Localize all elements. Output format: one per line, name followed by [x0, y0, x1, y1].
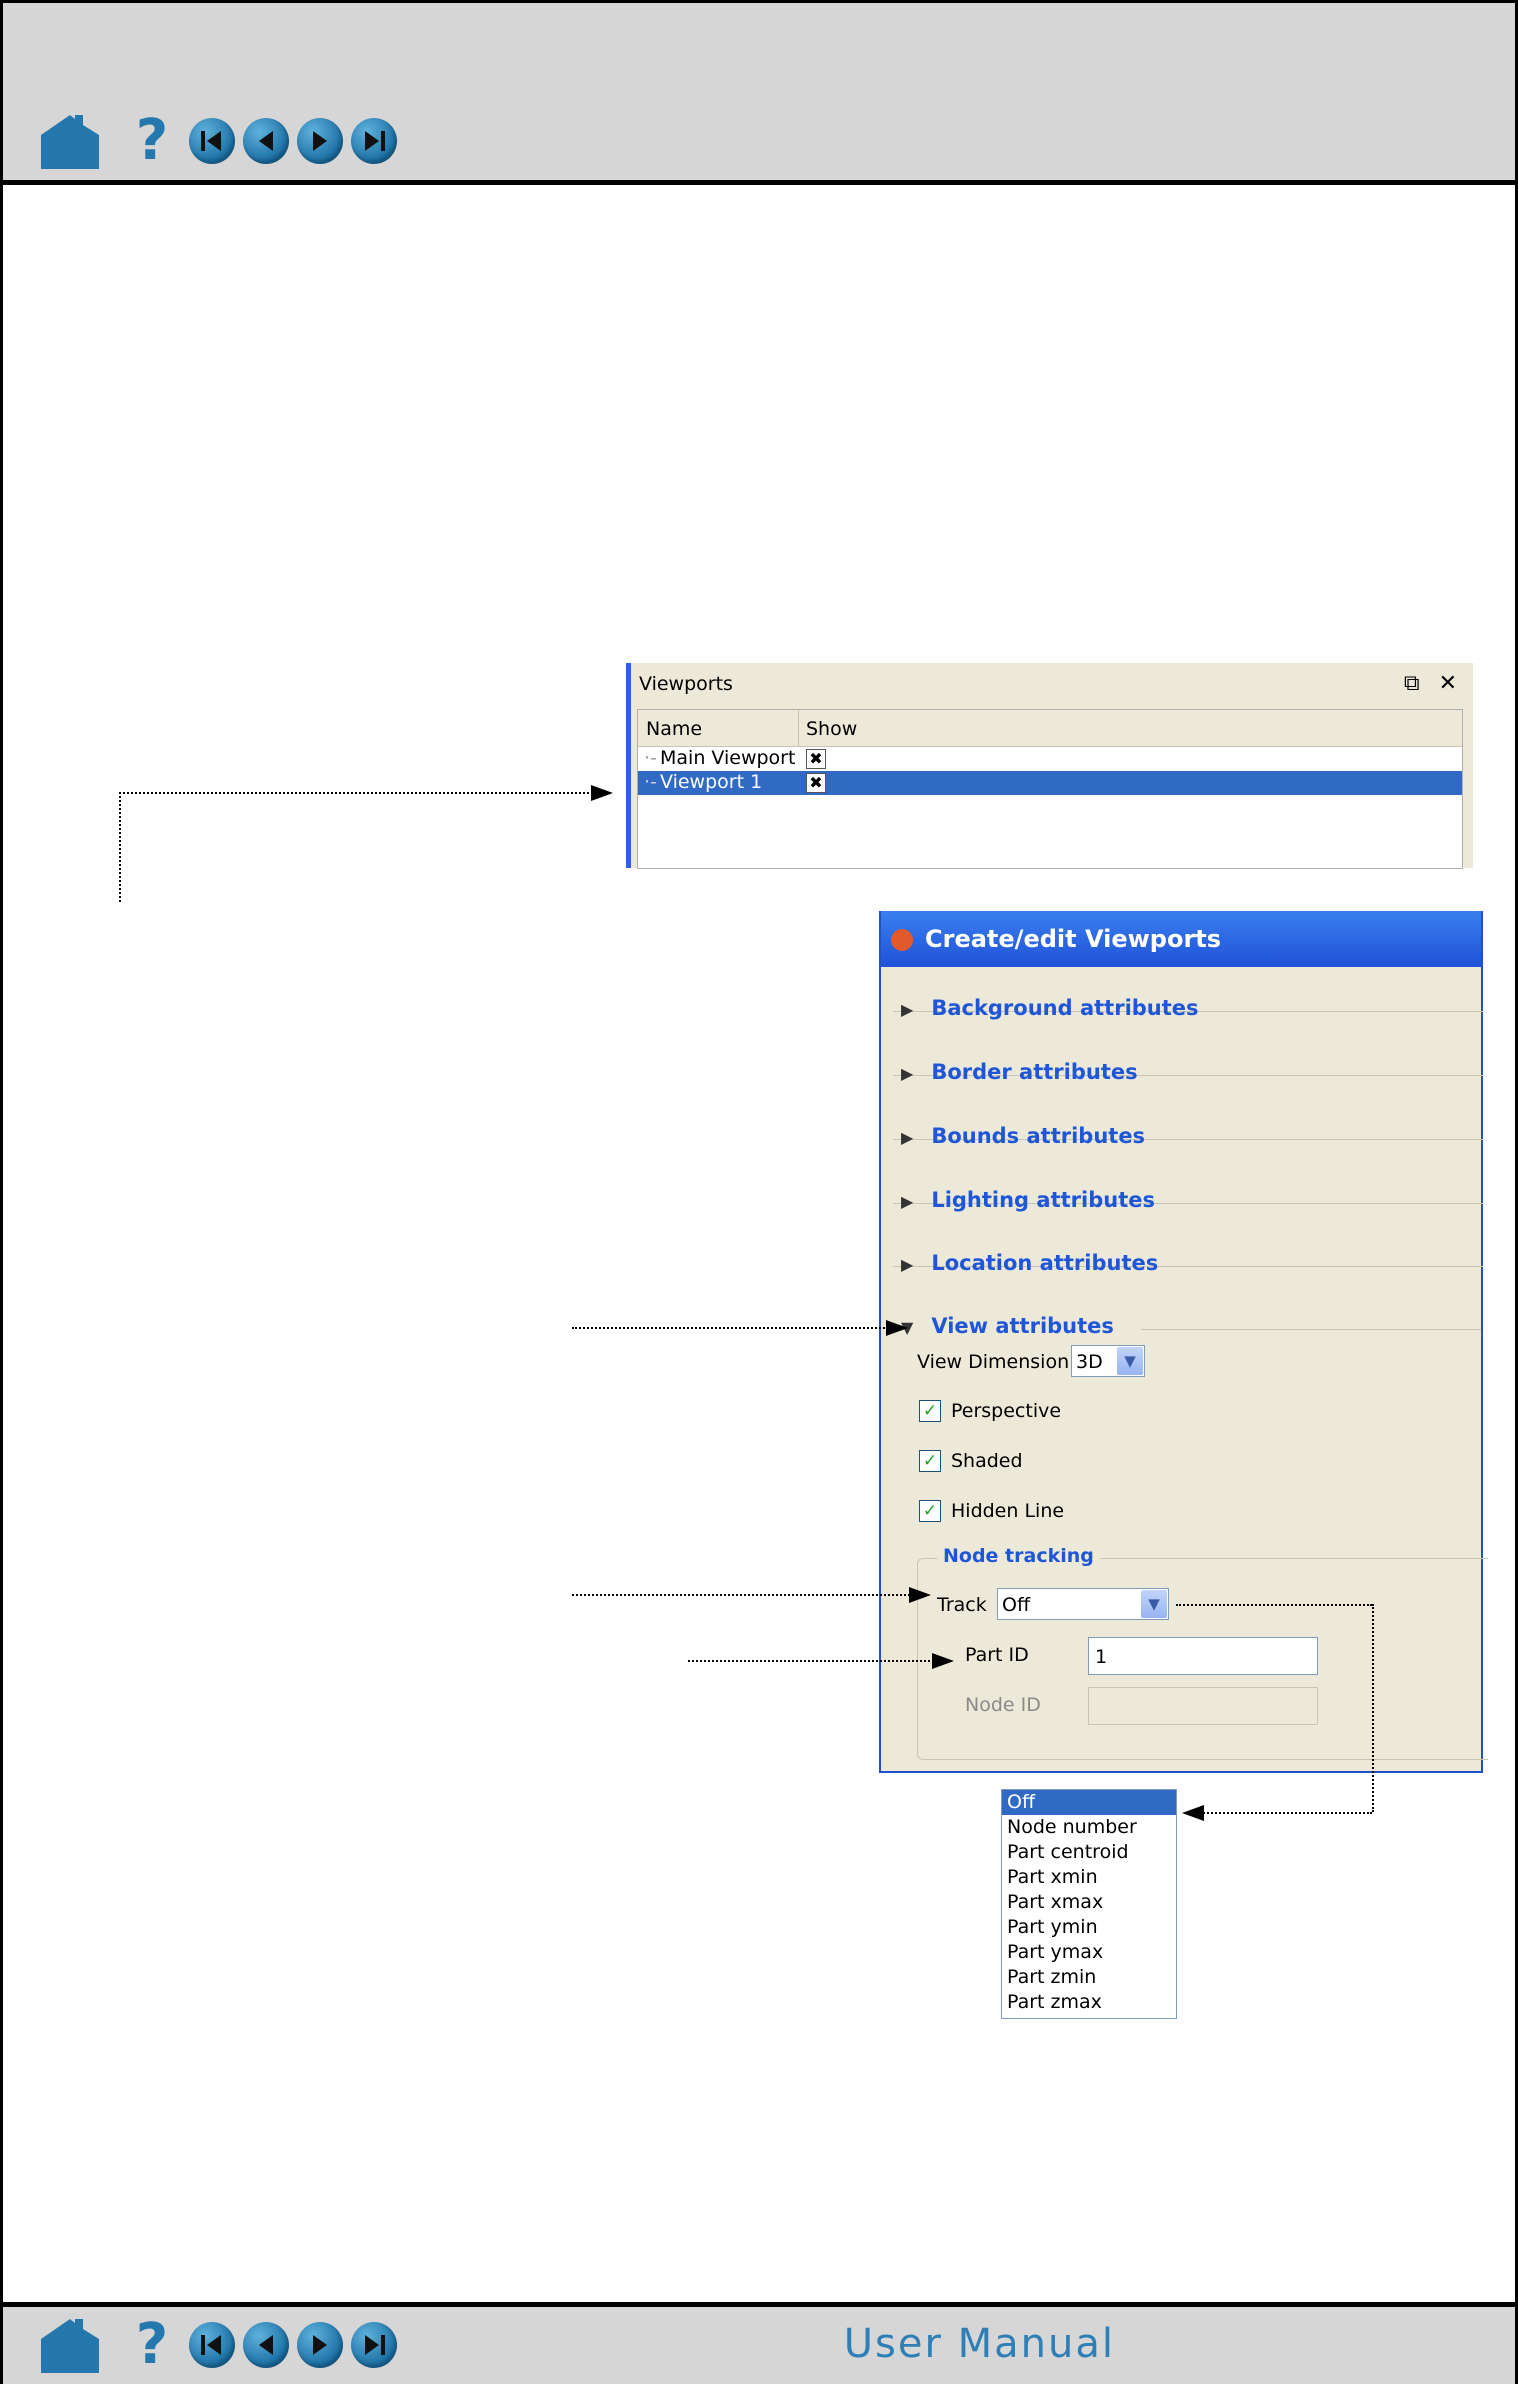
- hidden-line-checkbox[interactable]: ✓: [919, 1500, 941, 1522]
- viewport-name: Viewport 1: [660, 771, 763, 793]
- callout-line-viewport-vertical: [119, 792, 121, 902]
- next-page-icon[interactable]: [297, 2322, 343, 2368]
- dialog-title-bar: Create/edit Viewports: [881, 911, 1481, 967]
- expand-triangle-icon: ▶: [901, 1064, 914, 1083]
- view-dimension-label: View Dimension: [917, 1351, 1070, 1373]
- last-page-icon[interactable]: [351, 118, 397, 164]
- app-logo-icon: [891, 929, 913, 951]
- viewports-list: Name Show ·- Main Viewport ✖ ·- Viewport…: [637, 709, 1463, 869]
- viewports-panel-title: Viewports: [639, 673, 733, 695]
- home-icon[interactable]: [39, 113, 101, 169]
- viewport-row-main[interactable]: ·- Main Viewport ✖: [638, 747, 1462, 771]
- track-select[interactable]: Off ▼: [997, 1588, 1169, 1620]
- callout-arrow-view-attributes: [886, 1320, 908, 1336]
- callout-arrow-dropdown: [1182, 1805, 1204, 1821]
- callout-line-viewport: [119, 792, 609, 794]
- track-option-part-xmin[interactable]: Part xmin: [1002, 1865, 1176, 1890]
- dialog-title: Create/edit Viewports: [925, 925, 1222, 953]
- last-page-icon[interactable]: [351, 2322, 397, 2368]
- track-option-part-ymax[interactable]: Part ymax: [1002, 1940, 1176, 1965]
- expand-triangle-icon: ▶: [901, 1192, 914, 1211]
- callout-line-view-attributes: [572, 1327, 892, 1329]
- dropdown-arrow-icon: ▼: [1141, 1590, 1167, 1618]
- section-bounds-attributes[interactable]: ▶ Bounds attributes: [901, 1124, 1145, 1148]
- prev-page-icon[interactable]: [243, 2322, 289, 2368]
- section-location-attributes[interactable]: ▶ Location attributes: [901, 1251, 1158, 1275]
- node-id-label: Node ID: [965, 1694, 1041, 1716]
- help-icon[interactable]: ?: [129, 113, 175, 169]
- track-option-part-ymin[interactable]: Part ymin: [1002, 1915, 1176, 1940]
- shaded-checkbox[interactable]: ✓: [919, 1450, 941, 1472]
- dropdown-arrow-icon: ▼: [1117, 1347, 1143, 1375]
- viewports-list-header: Name Show: [638, 710, 1462, 747]
- footer-bar: ? User Manual: [3, 2302, 1515, 2384]
- callout-arrow-part-id: [932, 1653, 954, 1669]
- perspective-checkbox[interactable]: ✓: [919, 1400, 941, 1422]
- callout-line-part-id: [688, 1660, 950, 1662]
- callout-line-dropdown-bottom: [1200, 1812, 1372, 1814]
- expand-triangle-icon: ▶: [901, 1255, 914, 1274]
- track-option-part-xmax[interactable]: Part xmax: [1002, 1890, 1176, 1915]
- track-option-part-zmin[interactable]: Part zmin: [1002, 1965, 1176, 1990]
- prev-page-icon[interactable]: [243, 118, 289, 164]
- track-label: Track: [937, 1594, 987, 1616]
- track-option-part-centroid[interactable]: Part centroid: [1002, 1840, 1176, 1865]
- section-background-attributes[interactable]: ▶ Background attributes: [901, 996, 1199, 1020]
- section-lighting-attributes[interactable]: ▶ Lighting attributes: [901, 1188, 1155, 1212]
- hidden-line-label: Hidden Line: [951, 1500, 1065, 1522]
- help-icon[interactable]: ?: [129, 2317, 175, 2373]
- callout-arrow-track: [909, 1587, 931, 1603]
- next-page-icon[interactable]: [297, 118, 343, 164]
- callout-line-track: [572, 1594, 914, 1596]
- show-checkbox[interactable]: ✖: [806, 773, 826, 793]
- close-icon[interactable]: ✕: [1439, 671, 1457, 696]
- expand-triangle-icon: ▶: [901, 1128, 914, 1147]
- expand-triangle-icon: ▶: [901, 1000, 914, 1019]
- footer-title: User Manual: [843, 2321, 1115, 2367]
- section-border-attributes[interactable]: ▶ Border attributes: [901, 1060, 1138, 1084]
- track-option-part-zmax[interactable]: Part zmax: [1002, 1990, 1176, 2015]
- part-id-input[interactable]: 1: [1088, 1637, 1318, 1675]
- header-bar: ?: [3, 3, 1515, 185]
- bottom-nav: ?: [39, 2317, 405, 2373]
- column-header-name[interactable]: Name: [646, 718, 702, 740]
- viewports-panel: Viewports ⧉ ✕ Name Show ·- Main Viewport…: [626, 663, 1473, 869]
- column-header-show[interactable]: Show: [806, 718, 857, 740]
- create-edit-viewports-dialog: Create/edit Viewports ▶ Background attrib…: [879, 911, 1488, 1773]
- top-nav: ?: [39, 113, 405, 169]
- first-page-icon[interactable]: [189, 118, 235, 164]
- viewport-name: Main Viewport: [660, 747, 796, 769]
- show-checkbox[interactable]: ✖: [806, 749, 826, 769]
- callout-arrow-viewport: [591, 785, 613, 801]
- callout-line-dropdown-vertical: [1372, 1604, 1374, 1812]
- perspective-label: Perspective: [951, 1400, 1062, 1422]
- view-dimension-select[interactable]: 3D ▼: [1071, 1345, 1145, 1377]
- track-option-node-number[interactable]: Node number: [1002, 1815, 1176, 1840]
- track-option-off[interactable]: Off: [1002, 1790, 1176, 1815]
- section-view-attributes[interactable]: ▼ View attributes: [901, 1314, 1114, 1338]
- node-tracking-label: Node tracking: [937, 1545, 1100, 1567]
- track-options-list: Off Node number Part centroid Part xmin …: [1001, 1789, 1177, 2019]
- viewport-row-1[interactable]: ·- Viewport 1 ✖: [638, 771, 1462, 795]
- node-id-input: [1088, 1687, 1318, 1725]
- callout-line-dropdown-top: [1176, 1604, 1372, 1606]
- home-icon[interactable]: [39, 2317, 101, 2373]
- part-id-label: Part ID: [965, 1644, 1029, 1666]
- restore-icon[interactable]: ⧉: [1404, 671, 1420, 696]
- shaded-label: Shaded: [951, 1450, 1023, 1472]
- first-page-icon[interactable]: [189, 2322, 235, 2368]
